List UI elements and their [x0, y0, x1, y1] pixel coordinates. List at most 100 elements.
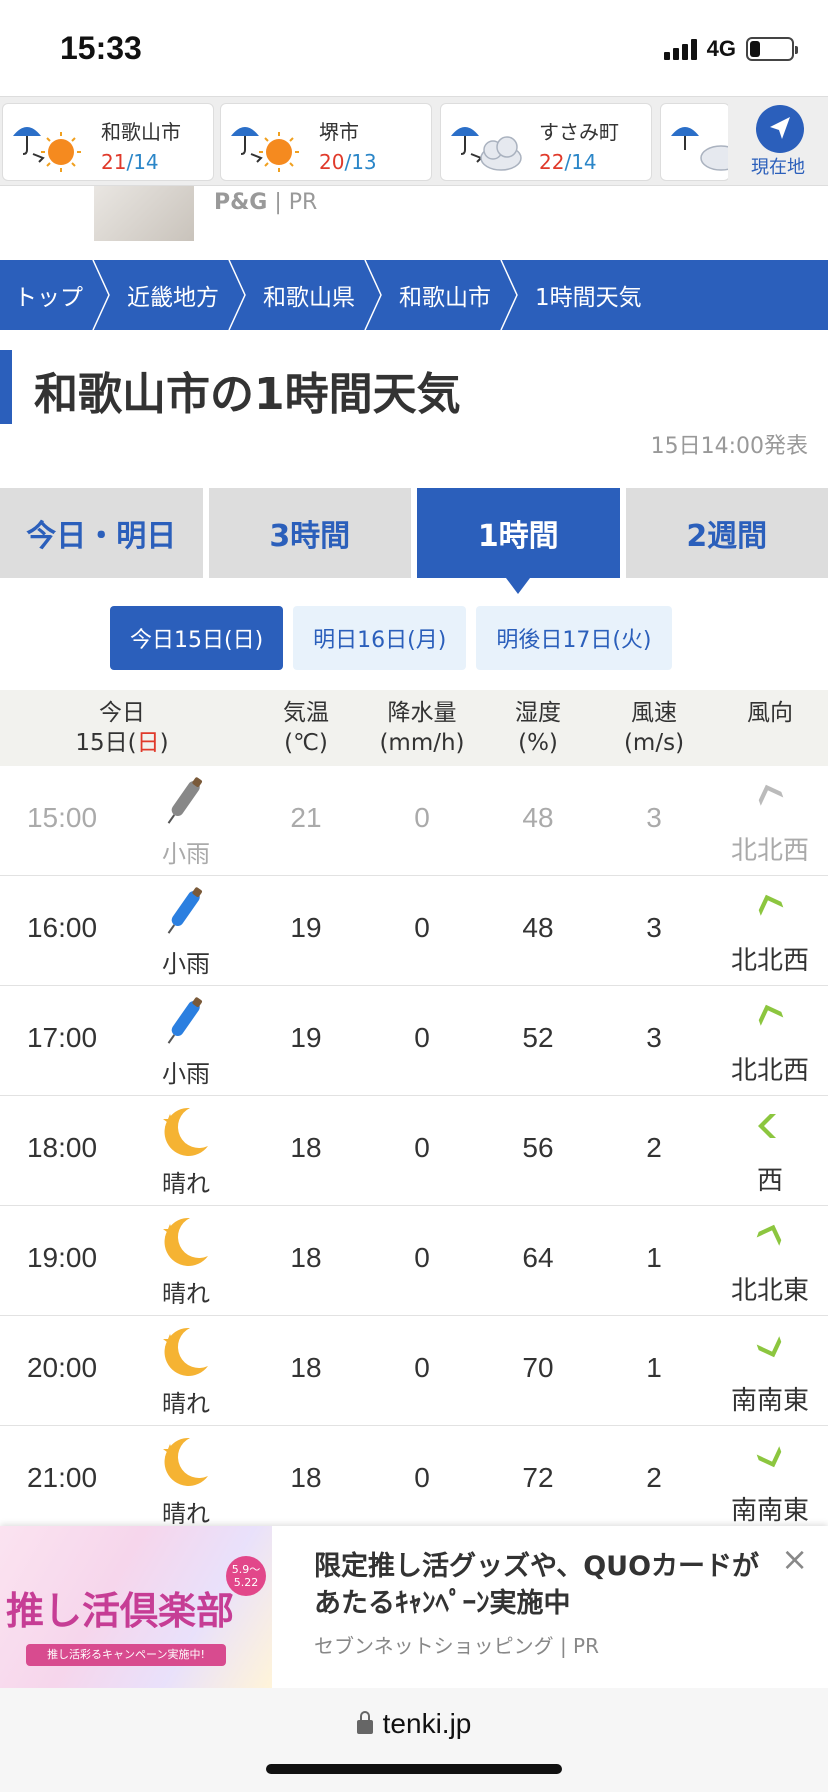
umbrella-icon — [167, 887, 202, 934]
rain-then-cloud-icon — [451, 127, 522, 171]
row-time: 20:00 — [26, 1352, 98, 1383]
row-wind-direction: 南南東 — [730, 1496, 809, 1526]
tab-today-tomorrow[interactable]: 今日・明日 — [0, 488, 203, 578]
wind-direction-icon — [758, 894, 784, 916]
header-wind-speed: 風速 (m/s) — [623, 700, 685, 756]
chevron-right-icon — [228, 260, 246, 330]
row-time: 19:00 — [26, 1242, 98, 1273]
status-time: 15:33 — [60, 30, 142, 66]
status-bar: 15:33 4G — [0, 0, 828, 96]
tab-2-week[interactable]: 2週間 — [625, 488, 828, 578]
row-humidity: 52 — [522, 1022, 554, 1053]
ad-banner-image: 推し活倶楽部 5.9〜5.22 推し活彩るキャンペーン実施中! — [0, 1526, 272, 1688]
ad-banner-date: 5.9〜5.22 — [226, 1556, 266, 1596]
breadcrumb-item[interactable]: 和歌山県 — [249, 260, 385, 330]
tab-3-hour[interactable]: 3時間 — [208, 488, 411, 578]
row-temperature: 19 — [290, 912, 322, 943]
location-card[interactable] — [660, 103, 742, 181]
row-time: 17:00 — [26, 1022, 98, 1053]
table-row: 21:00 晴れ 18 0 72 2 南南東 — [0, 1426, 828, 1536]
bottom-ad[interactable]: 推し活倶楽部 5.9〜5.22 推し活彩るキャンペーン実施中! 限定推し活グッズ… — [0, 1526, 828, 1688]
breadcrumb-item[interactable]: トップ — [0, 260, 113, 330]
row-temperature: 18 — [290, 1462, 322, 1493]
location-card[interactable]: すさみ町 22/14 — [440, 103, 652, 181]
row-weather: 小雨 — [162, 950, 210, 978]
row-temperature: 19 — [290, 1022, 322, 1053]
row-precipitation: 0 — [414, 1242, 430, 1273]
location-bar: 和歌山市 21/14 堺市 20/13 すさみ町 22/14 現在地 — [0, 96, 828, 186]
wind-direction-icon — [758, 1004, 784, 1026]
publish-time: 15日14:00発表 — [650, 434, 808, 459]
forecast-tabs: 今日・明日 3時間 1時間 2週間 — [0, 488, 828, 594]
ad-strip[interactable]: P&G | PR — [0, 186, 828, 258]
location-name: 堺市 — [319, 120, 359, 144]
moon-icon — [163, 1327, 208, 1376]
tab-1-hour[interactable]: 1時間 — [417, 488, 620, 594]
row-weather: 晴れ — [162, 1500, 210, 1528]
header-temp: 気温 (℃) — [283, 700, 329, 756]
umbrella-icon — [167, 997, 202, 1044]
row-humidity: 64 — [522, 1242, 554, 1273]
ad-banner-subtitle: 推し活彩るキャンペーン実施中! — [26, 1644, 226, 1666]
wind-direction-icon — [758, 784, 784, 806]
ad-headline: 限定推し活グッズや、QUOカードがあたるｷｬﾝﾍﾟｰﾝ実施中 — [314, 1551, 760, 1619]
close-icon[interactable]: × — [781, 1540, 808, 1578]
signal-icon — [663, 38, 697, 60]
breadcrumb: トップ 近畿地方 和歌山県 和歌山市 1時間天気 — [0, 260, 828, 330]
moon-icon — [163, 1437, 208, 1486]
table-header: 今日 15日(日) 気温 (℃) 降水量 (mm/h) 湿度 (%) 風速 (m/s) … — [0, 690, 828, 766]
page-title-text: 和歌山市の1時間天気 — [34, 369, 461, 420]
row-humidity: 56 — [522, 1132, 554, 1163]
chevron-right-icon — [500, 260, 518, 330]
row-humidity: 70 — [522, 1352, 554, 1383]
day-today-button[interactable]: 今日15日(日) — [110, 606, 284, 670]
header-day: 今日 15日(日) — [75, 700, 169, 756]
location-temps: 20/13 — [319, 150, 377, 174]
breadcrumb-item[interactable]: 和歌山市 — [385, 260, 521, 330]
location-temps: 21/14 — [101, 150, 159, 174]
table-row: 16:00 小雨 19 0 48 3 北北西 — [0, 876, 828, 986]
row-wind-speed: 2 — [646, 1462, 662, 1493]
current-location-button[interactable]: 現在地 — [728, 97, 828, 185]
day-after-tomorrow-button[interactable]: 明後日17日(火) — [476, 606, 672, 670]
url-text: tenki.jp — [0, 1708, 828, 1740]
moon-icon — [163, 1217, 208, 1266]
breadcrumb-item[interactable]: 近畿地方 — [113, 260, 249, 330]
wind-direction-icon — [756, 1446, 782, 1468]
row-precipitation: 0 — [414, 1462, 430, 1493]
row-weather: 小雨 — [162, 840, 210, 868]
table-row: 19:00 晴れ 18 0 64 1 北北東 — [0, 1206, 828, 1316]
location-arrow-icon — [756, 105, 804, 153]
title-accent-bar — [0, 350, 12, 424]
day-tomorrow-button[interactable]: 明日16日(月) — [293, 606, 467, 670]
row-precipitation: 0 — [414, 1022, 430, 1053]
row-time: 18:00 — [26, 1132, 98, 1163]
browser-url-bar[interactable]: tenki.jp — [0, 1688, 828, 1792]
row-precipitation: 0 — [414, 1352, 430, 1383]
row-humidity: 48 — [522, 802, 554, 833]
wind-direction-icon — [756, 1224, 782, 1246]
rain-then-sun-icon — [13, 127, 81, 172]
row-wind-speed: 3 — [646, 802, 662, 833]
row-time: 15:00 — [26, 802, 98, 833]
row-precipitation: 0 — [414, 912, 430, 943]
table-row: 18:00 晴れ 18 0 56 2 西 — [0, 1096, 828, 1206]
location-card[interactable]: 堺市 20/13 — [220, 103, 432, 181]
row-precipitation: 0 — [414, 1132, 430, 1163]
row-wind-direction: 西 — [756, 1166, 783, 1196]
header-rain: 降水量 (mm/h) — [379, 700, 465, 756]
ad-banner-title: 推し活倶楽部 — [6, 1589, 235, 1633]
location-name: すさみ町 — [539, 120, 619, 144]
row-wind-direction: 北北東 — [730, 1276, 809, 1306]
row-wind-speed: 3 — [646, 912, 662, 943]
row-weather: 晴れ — [162, 1280, 210, 1308]
row-wind-direction: 北北西 — [730, 1056, 809, 1086]
wind-direction-icon — [756, 1336, 782, 1358]
row-humidity: 48 — [522, 912, 554, 943]
location-card[interactable]: 和歌山市 21/14 — [2, 103, 214, 181]
ad-thumbnail — [94, 186, 194, 241]
row-weather: 晴れ — [162, 1170, 210, 1198]
row-time: 21:00 — [26, 1462, 98, 1493]
row-weather: 晴れ — [162, 1390, 210, 1418]
row-weather: 小雨 — [162, 1060, 210, 1088]
